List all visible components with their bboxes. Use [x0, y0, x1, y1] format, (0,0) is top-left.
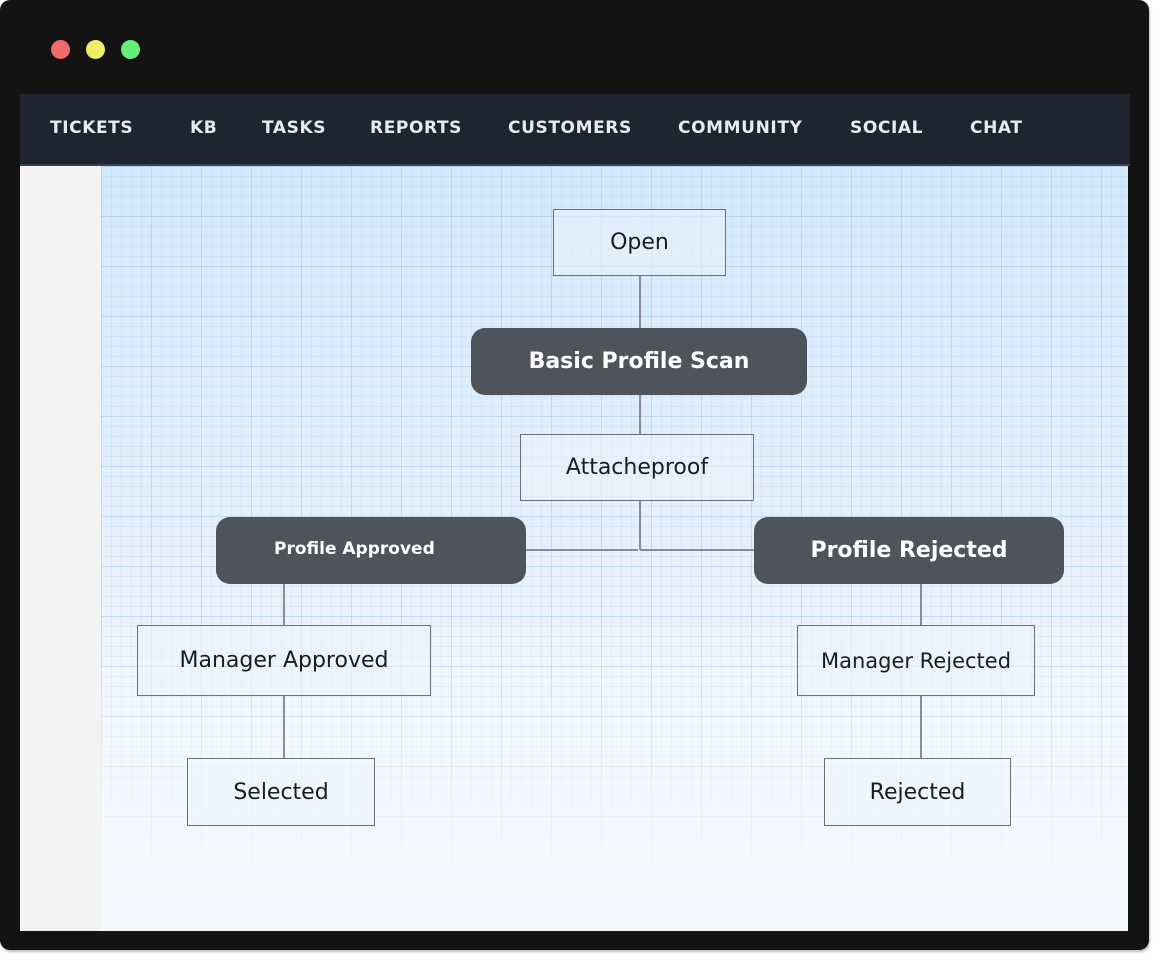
connector-manager-approved-to-selected [283, 695, 285, 759]
connector-attacheproof-down [639, 500, 641, 550]
node-selected-label: Selected [233, 779, 329, 805]
node-rejected-label: Rejected [869, 779, 966, 805]
nav-tab-reports[interactable]: REPORTS [370, 94, 462, 164]
nav-tab-social[interactable]: SOCIAL [850, 94, 923, 164]
node-rejected[interactable]: Rejected [824, 758, 1011, 826]
node-manager-approved-label: Manager Approved [179, 648, 389, 673]
connector-manager-rejected-to-rejected [920, 695, 922, 759]
close-window-button[interactable] [51, 40, 70, 59]
node-attacheproof-label: Attacheproof [565, 455, 709, 480]
node-profile-approved[interactable]: Profile Approved [216, 517, 526, 584]
nav-tab-community[interactable]: COMMUNITY [678, 94, 802, 164]
node-attacheproof[interactable]: Attacheproof [520, 434, 754, 501]
node-profile-approved-label: Profile Approved [274, 538, 435, 559]
top-navigation-bar: TICKETS KB TASKS REPORTS CUSTOMERS COMMU… [20, 94, 1130, 166]
node-manager-approved[interactable]: Manager Approved [137, 625, 431, 696]
maximize-window-button[interactable] [121, 40, 140, 59]
connector-basic-scan-to-attacheproof [639, 394, 641, 435]
nav-tab-tasks[interactable]: TASKS [262, 94, 326, 164]
connector-open-to-basic-scan [639, 275, 641, 329]
nav-tab-customers[interactable]: CUSTOMERS [508, 94, 632, 164]
connector-approved-to-manager-approved [283, 583, 285, 626]
node-manager-rejected-label: Manager Rejected [820, 648, 1012, 673]
connector-rejected-to-manager-rejected [920, 583, 922, 626]
node-manager-rejected[interactable]: Manager Rejected [797, 625, 1035, 696]
node-profile-rejected[interactable]: Profile Rejected [754, 517, 1064, 584]
left-sidebar [20, 166, 101, 931]
node-open-label: Open [610, 230, 669, 255]
nav-tab-kb[interactable]: KB [190, 94, 217, 164]
minimize-window-button[interactable] [86, 40, 105, 59]
node-basic-profile-scan-label: Basic Profile Scan [528, 349, 750, 374]
node-selected[interactable]: Selected [187, 758, 375, 826]
connector-branch-left [526, 549, 638, 551]
nav-tab-tickets[interactable]: TICKETS [50, 94, 133, 164]
connector-branch-right [640, 549, 754, 551]
nav-tab-chat[interactable]: CHAT [970, 94, 1023, 164]
node-profile-rejected-label: Profile Rejected [810, 538, 1008, 563]
node-basic-profile-scan[interactable]: Basic Profile Scan [471, 328, 807, 395]
node-open[interactable]: Open [553, 209, 726, 276]
